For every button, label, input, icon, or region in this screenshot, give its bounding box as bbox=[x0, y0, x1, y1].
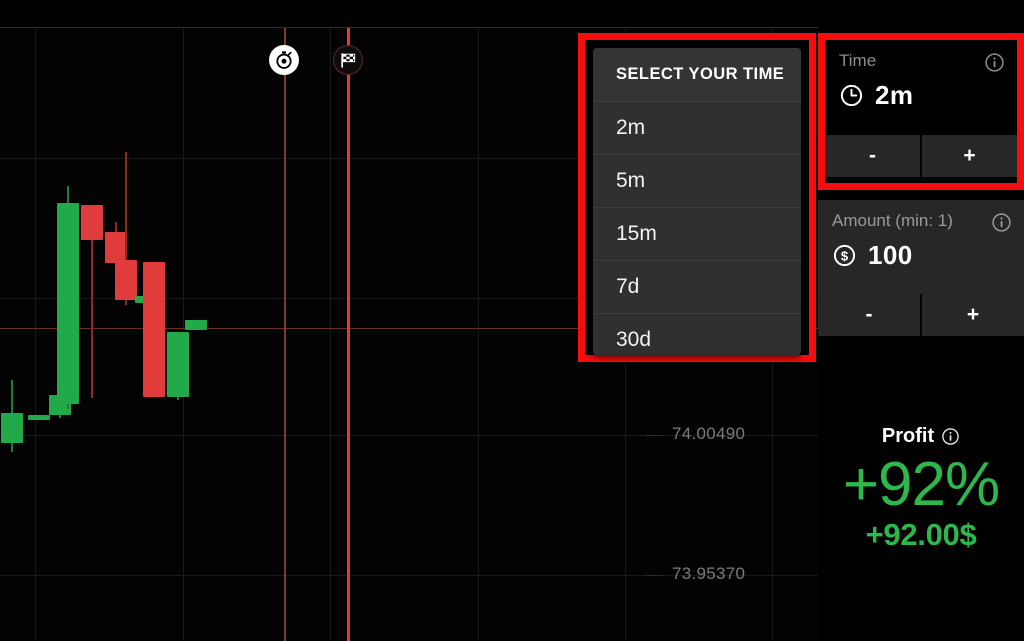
time-selector-highlight: SELECT YOUR TIME 2m 5m 15m 7d 30d bbox=[578, 33, 816, 362]
profit-amount: +92.00$ bbox=[865, 517, 977, 553]
candlestick bbox=[81, 205, 103, 398]
candlestick bbox=[57, 186, 79, 409]
candlestick bbox=[115, 152, 137, 305]
candle-body bbox=[115, 260, 137, 300]
time-value: 2m bbox=[875, 80, 914, 110]
expiry-time-line bbox=[347, 28, 350, 641]
dropdown-option-30d[interactable]: 30d bbox=[593, 313, 801, 355]
profit-label: Profit bbox=[881, 425, 935, 447]
amount-field[interactable]: Amount (min: 1) $ 100 bbox=[818, 200, 1024, 294]
dropdown-option-7d[interactable]: 7d bbox=[593, 260, 801, 313]
chart-gridline-vertical bbox=[330, 28, 331, 641]
chart-gridline-vertical bbox=[478, 28, 479, 641]
dropdown-option-2m[interactable]: 2m bbox=[593, 101, 801, 154]
trade-panel: Time 2m - + Amount (min: 1) $ 100 - + Pr… bbox=[818, 0, 1024, 641]
dropdown-title: SELECT YOUR TIME bbox=[593, 48, 801, 101]
finish-flag-marker[interactable] bbox=[333, 45, 363, 75]
amount-stepper: - + bbox=[818, 294, 1024, 336]
trading-app-root: 74.00490 73.95370 SELECT YOUR TIME 2m 5m… bbox=[0, 0, 1024, 641]
price-label-lower: 73.95370 bbox=[672, 564, 746, 583]
candle-body bbox=[1, 413, 23, 443]
price-tick bbox=[645, 575, 663, 576]
stopwatch-icon bbox=[274, 50, 294, 70]
dollar-circle-icon: $ bbox=[832, 243, 857, 268]
time-control: Time 2m - + bbox=[825, 40, 1017, 183]
candlestick bbox=[143, 262, 165, 397]
svg-text:$: $ bbox=[841, 248, 849, 263]
dropdown-option-15m[interactable]: 15m bbox=[593, 207, 801, 260]
price-label-upper: 74.00490 bbox=[672, 424, 746, 443]
time-decrease-button[interactable]: - bbox=[825, 135, 920, 177]
candlestick bbox=[185, 320, 207, 330]
candle-body bbox=[143, 262, 165, 397]
candle-body bbox=[28, 415, 50, 420]
candlestick bbox=[1, 380, 23, 452]
time-field[interactable]: Time 2m bbox=[825, 40, 1017, 135]
candle-body bbox=[167, 332, 189, 397]
dropdown-option-5m[interactable]: 5m bbox=[593, 154, 801, 207]
candlestick bbox=[167, 332, 189, 400]
time-increase-button[interactable]: + bbox=[922, 135, 1017, 177]
candle-body bbox=[185, 320, 207, 330]
amount-increase-button[interactable]: + bbox=[922, 294, 1024, 336]
profit-percent: +92% bbox=[842, 450, 1000, 519]
profit-info-icon[interactable] bbox=[941, 427, 960, 446]
checkered-flag-icon bbox=[338, 50, 358, 70]
time-dropdown-menu[interactable]: SELECT YOUR TIME 2m 5m 15m 7d 30d bbox=[593, 48, 801, 355]
amount-control: Amount (min: 1) $ 100 - + bbox=[818, 200, 1024, 340]
profit-section: Profit +92% +92.00$ bbox=[818, 425, 1024, 553]
chart-gridline-vertical bbox=[35, 28, 36, 641]
candle-body bbox=[81, 205, 103, 240]
candlestick bbox=[28, 415, 50, 420]
price-tick bbox=[645, 435, 663, 436]
candle-body bbox=[57, 203, 79, 404]
time-stepper: - + bbox=[825, 135, 1017, 177]
amount-info-icon[interactable] bbox=[991, 212, 1012, 233]
time-info-icon[interactable] bbox=[984, 52, 1005, 73]
time-control-highlight: Time 2m - + bbox=[818, 33, 1024, 190]
amount-value: 100 bbox=[868, 240, 913, 270]
clock-icon bbox=[839, 83, 864, 108]
profit-header: Profit bbox=[818, 425, 1024, 448]
purchase-time-line bbox=[284, 28, 286, 641]
amount-decrease-button[interactable]: - bbox=[818, 294, 920, 336]
stopwatch-marker[interactable] bbox=[269, 45, 299, 75]
